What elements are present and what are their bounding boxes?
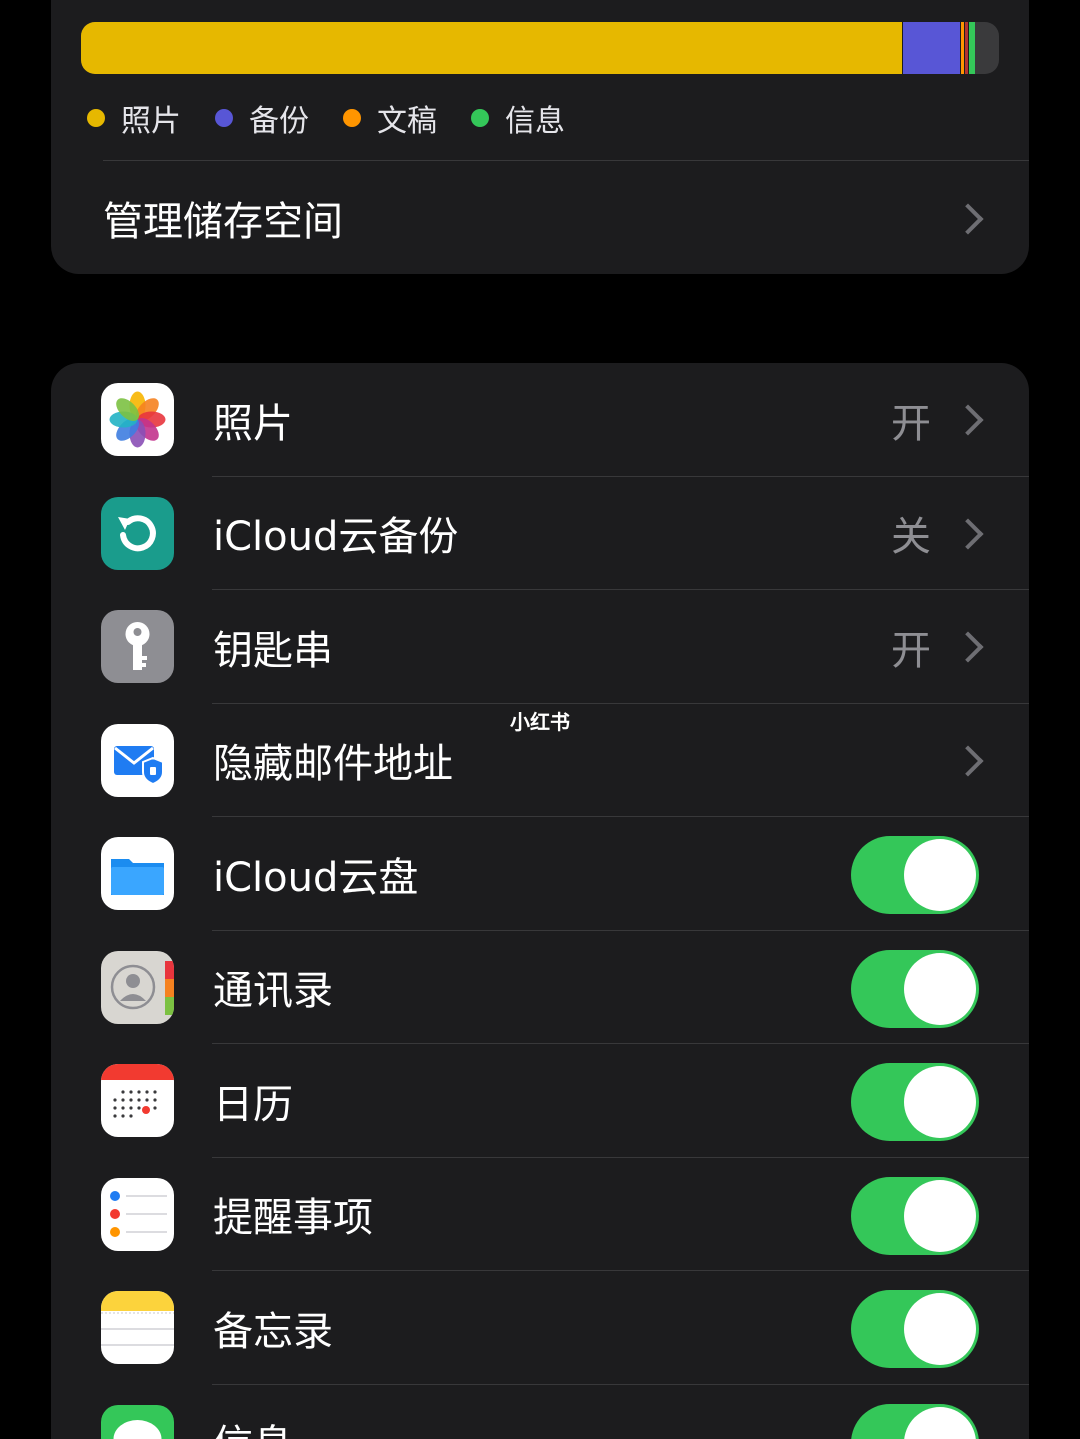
app-row-label: 钥匙串	[213, 627, 333, 674]
chevron-right-icon	[952, 631, 984, 663]
chevron-right-icon	[952, 517, 984, 550]
legend-label: 信息	[505, 104, 565, 139]
legend-dot	[215, 109, 233, 127]
legend-item-messages: 信息	[471, 96, 565, 140]
app-row-reminders[interactable]: 提醒事项	[51, 1158, 1029, 1271]
icloud-backup-icon	[101, 496, 174, 570]
keychain-icon	[101, 610, 174, 683]
legend-dot	[343, 109, 361, 127]
calendar-icon	[101, 1064, 174, 1137]
icloud-drive-toggle[interactable]	[851, 836, 979, 914]
toggle-knob	[904, 1179, 976, 1252]
toggle-knob	[904, 952, 976, 1025]
app-row-status: 开	[891, 627, 931, 674]
storage-card: 照片 备份 文稿 信息 管理储存空间	[51, 0, 1029, 274]
notes-toggle[interactable]	[851, 1290, 979, 1368]
legend-label: 文稿	[377, 104, 437, 139]
messages-toggle[interactable]	[851, 1403, 979, 1439]
hide-my-email-icon	[101, 723, 174, 797]
notes-icon	[101, 1291, 174, 1364]
app-row-messages[interactable]: 信息	[51, 1385, 1029, 1439]
app-row-photos[interactable]: 照片 开	[51, 363, 1029, 477]
reminders-icon	[101, 1177, 174, 1251]
app-row-notes[interactable]: 备忘录	[51, 1271, 1029, 1385]
legend-item-backup: 备份	[215, 96, 309, 140]
toggle-knob	[904, 1066, 976, 1138]
contacts-icon	[101, 950, 174, 1024]
chevron-right-icon	[952, 203, 984, 235]
app-row-status: 开	[891, 400, 931, 447]
app-row-label: 提醒事项	[213, 1195, 373, 1242]
app-row-label: 通讯录	[213, 968, 333, 1015]
app-row-label: 照片	[213, 400, 293, 447]
apps-using-icloud-card: 照片 开 iCloud云备份 关 钥匙串 开 隐藏邮件地址 iCloud云盘 通…	[51, 363, 1029, 1439]
toggle-knob	[904, 1406, 976, 1439]
app-row-label: iCloud云备份	[213, 514, 459, 561]
app-row-keychain[interactable]: 钥匙串 开	[51, 590, 1029, 704]
manage-storage-row[interactable]: 管理储存空间	[51, 161, 1029, 274]
chevron-right-icon	[952, 744, 984, 777]
calendar-toggle[interactable]	[851, 1063, 979, 1141]
storage-usage-bar	[81, 22, 999, 74]
app-row-label: 信息	[213, 1385, 293, 1439]
messages-icon	[101, 1404, 174, 1439]
app-row-label: iCloud云盘	[213, 854, 419, 901]
storage-segment-0	[81, 22, 902, 74]
icloud-settings-screen: 照片 备份 文稿 信息 管理储存空间 照片 开 iCloud云备份 关 钥匙串 …	[0, 0, 1080, 1439]
legend-item-documents: 文稿	[343, 96, 437, 140]
legend-label: 备份	[249, 104, 309, 139]
chevron-right-icon	[952, 404, 984, 436]
storage-segment-1	[901, 22, 960, 74]
legend-item-photos: 照片	[87, 96, 181, 140]
toggle-knob	[904, 839, 976, 911]
manage-storage-label: 管理储存空间	[103, 198, 343, 245]
toggle-knob	[904, 1293, 976, 1365]
files-folder-icon	[101, 837, 174, 910]
app-row-icloud-backup[interactable]: iCloud云备份 关	[51, 477, 1029, 590]
watermark-logo: 小红书	[510, 710, 570, 734]
legend-label: 照片	[121, 104, 181, 139]
app-row-label: 日历	[213, 1081, 293, 1128]
app-row-contacts[interactable]: 通讯录	[51, 931, 1029, 1044]
legend-dot	[87, 109, 105, 127]
app-row-label: 备忘录	[213, 1308, 333, 1355]
app-row-status: 关	[891, 514, 931, 561]
app-row-label: 隐藏邮件地址	[213, 741, 453, 788]
legend-dot	[471, 109, 489, 127]
app-row-icloud-drive[interactable]: iCloud云盘	[51, 817, 1029, 931]
photos-icon	[101, 383, 174, 456]
app-row-calendar[interactable]: 日历	[51, 1044, 1029, 1158]
reminders-toggle[interactable]	[851, 1176, 979, 1255]
storage-legend: 照片 备份 文稿 信息	[87, 96, 599, 140]
contacts-toggle[interactable]	[851, 949, 979, 1028]
storage-segment-4	[968, 22, 975, 74]
